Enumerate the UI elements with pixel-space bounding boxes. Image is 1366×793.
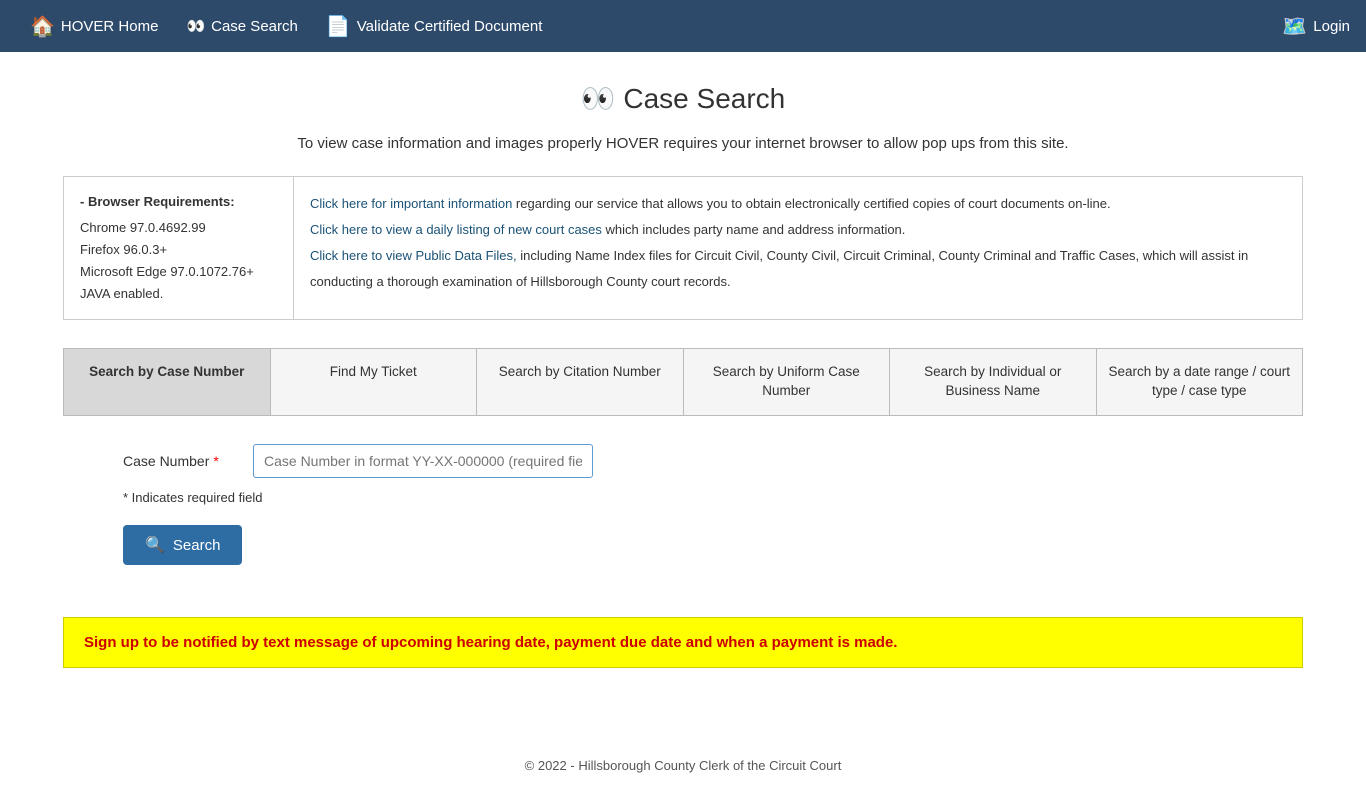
nav-validate[interactable]: 📄 Validate Certified Document bbox=[312, 0, 557, 52]
tab-find-ticket[interactable]: Find My Ticket bbox=[271, 349, 478, 415]
tab-citation-number[interactable]: Search by Citation Number bbox=[477, 349, 684, 415]
page-title: 👀 Case Search bbox=[63, 82, 1303, 115]
nav-home[interactable]: 🏠 HOVER Home bbox=[16, 0, 172, 52]
eyes-icon-nav: 👀 bbox=[186, 17, 205, 35]
daily-listing-link[interactable]: Click here to view a daily listing of ne… bbox=[310, 222, 602, 237]
info-link-3: Click here to view Public Data Files, in… bbox=[310, 243, 1286, 295]
info-box: - Browser Requirements: Chrome 97.0.4692… bbox=[63, 176, 1303, 320]
tab-date-range[interactable]: Search by a date range / court type / ca… bbox=[1097, 349, 1303, 415]
case-number-label: Case Number * bbox=[123, 453, 253, 469]
main-content: 👀 Case Search To view case information a… bbox=[43, 52, 1323, 708]
firefox-version: Firefox 96.0.3+ bbox=[80, 239, 277, 261]
footer-text: © 2022 - Hillsborough County Clerk of th… bbox=[525, 758, 842, 773]
search-tabs: Search by Case Number Find My Ticket Sea… bbox=[63, 348, 1303, 416]
browser-reqs-title: - Browser Requirements: bbox=[80, 191, 277, 213]
eyes-icon-heading: 👀 bbox=[581, 83, 616, 114]
login-icon: 🗺️ bbox=[1282, 14, 1307, 39]
nav-validate-label: Validate Certified Document bbox=[357, 18, 543, 35]
navbar: 🏠 HOVER Home 👀 Case Search 📄 Validate Ce… bbox=[0, 0, 1366, 52]
search-form: Case Number * * Indicates required field… bbox=[63, 444, 1303, 585]
java-enabled: JAVA enabled. bbox=[80, 283, 277, 305]
info-link-2: Click here to view a daily listing of ne… bbox=[310, 217, 1286, 243]
required-star: * bbox=[213, 453, 218, 469]
required-note: * Indicates required field bbox=[123, 490, 1303, 505]
nav-login[interactable]: 🗺️ Login bbox=[1282, 14, 1350, 39]
nav-home-label: HOVER Home bbox=[61, 18, 159, 35]
validate-icon: 📄 bbox=[326, 14, 351, 39]
home-icon: 🏠 bbox=[30, 14, 55, 39]
info-links: Click here for important information reg… bbox=[294, 177, 1302, 319]
tab-case-number[interactable]: Search by Case Number bbox=[64, 349, 271, 415]
browser-requirements: - Browser Requirements: Chrome 97.0.4692… bbox=[64, 177, 294, 319]
info-link-1: Click here for important information reg… bbox=[310, 191, 1286, 217]
case-number-row: Case Number * bbox=[123, 444, 1303, 478]
search-button[interactable]: 🔍 Search bbox=[123, 525, 242, 565]
search-icon: 🔍 bbox=[145, 535, 165, 555]
nav-case-search-label: Case Search bbox=[211, 18, 298, 35]
edge-version: Microsoft Edge 97.0.1072.76+ bbox=[80, 261, 277, 283]
case-number-input[interactable] bbox=[253, 444, 593, 478]
tab-individual-business[interactable]: Search by Individual or Business Name bbox=[890, 349, 1097, 415]
important-info-link[interactable]: Click here for important information bbox=[310, 196, 512, 211]
notify-text: Sign up to be notified by text message o… bbox=[84, 634, 897, 651]
footer: © 2022 - Hillsborough County Clerk of th… bbox=[0, 758, 1366, 793]
popup-notice: To view case information and images prop… bbox=[63, 135, 1303, 152]
tab-uniform-case[interactable]: Search by Uniform Case Number bbox=[684, 349, 891, 415]
search-button-label: Search bbox=[173, 537, 221, 554]
chrome-version: Chrome 97.0.4692.99 bbox=[80, 217, 277, 239]
nav-login-label: Login bbox=[1313, 18, 1350, 35]
nav-case-search[interactable]: 👀 Case Search bbox=[172, 0, 311, 52]
public-data-link[interactable]: Click here to view Public Data Files, bbox=[310, 248, 517, 263]
notification-banner[interactable]: Sign up to be notified by text message o… bbox=[63, 617, 1303, 668]
